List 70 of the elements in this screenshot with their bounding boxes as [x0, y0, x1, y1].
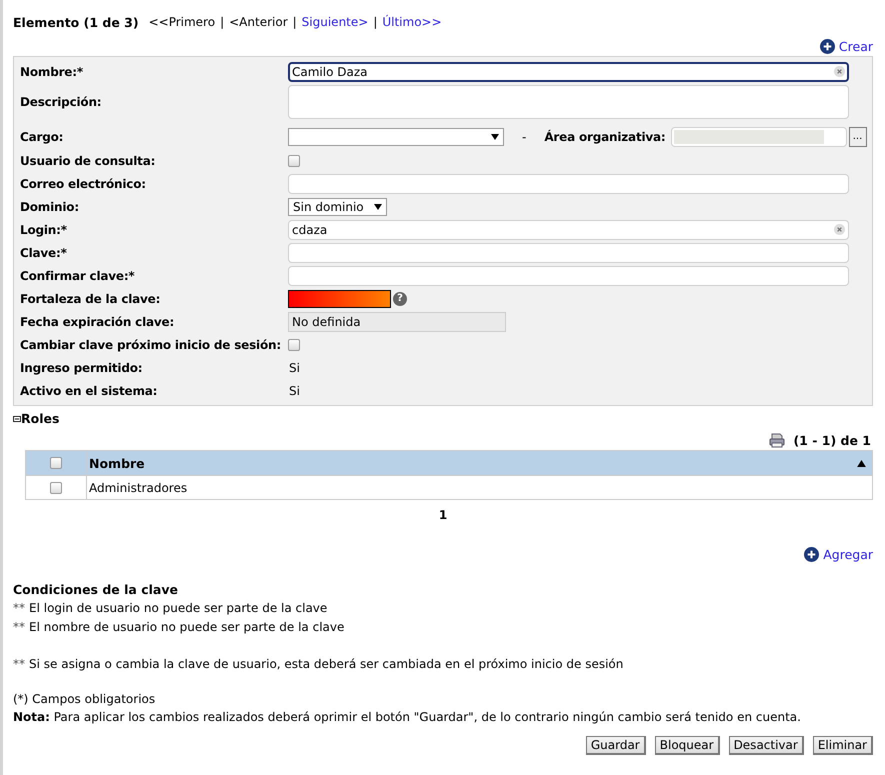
field-label: Usuario de consulta: — [20, 154, 156, 168]
field-label: Cargo: — [20, 130, 64, 144]
checkbox[interactable] — [288, 338, 300, 350]
collapse-icon[interactable] — [13, 416, 21, 422]
field-label: Área organizativa: — [544, 130, 666, 144]
condition-text: El nombre de usuario no puede ser parte de la clave — [29, 620, 344, 634]
field-label: Descripción: — [20, 94, 102, 108]
column-header[interactable]: Nombre — [89, 456, 145, 470]
record-count: (1 - 1) de 1 — [793, 432, 871, 448]
field-label: Nombre:* — [20, 64, 84, 78]
input-field[interactable] — [288, 266, 849, 286]
input-field[interactable]: Camilo Daza — [288, 62, 849, 82]
text-area[interactable] — [288, 84, 849, 118]
field-label: Fecha expiración clave: — [20, 314, 176, 328]
note-text: Nota: Para aplicar los cambios realizados deberá oprimir el botón "Guardar", de lo contrario ningún cambio será tenido en cuenta. — [13, 710, 802, 724]
caret-icon — [491, 134, 499, 140]
field-label: Confirmar clave:* — [20, 268, 136, 282]
caret-icon — [374, 204, 382, 210]
field-value: Si — [288, 360, 300, 374]
checkbox[interactable] — [50, 482, 62, 494]
action-button[interactable]: Desactivar — [728, 736, 804, 755]
record-title: Elemento (1 de 3) — [13, 14, 139, 30]
dropdown[interactable] — [288, 128, 504, 146]
readonly-field: No definida — [288, 312, 506, 332]
pager-link[interactable]: Último>> — [382, 15, 442, 29]
separator: | — [220, 15, 224, 29]
plus-icon — [820, 38, 835, 54]
field-label: Activo en el sistema: — [20, 384, 158, 398]
checkbox[interactable] — [288, 154, 300, 166]
condition-text: Si se asigna o cambia la clave de usuario, esta deberá ser cambiada en el próximo inicio de sesión — [29, 657, 624, 671]
add-link[interactable]: Agregar — [804, 546, 873, 562]
dropdown[interactable]: Sin dominio — [288, 198, 387, 216]
field-label: Ingreso permitido: — [20, 360, 144, 374]
input-field[interactable] — [288, 242, 849, 262]
field-label: Dominio: — [20, 200, 80, 214]
create-link[interactable]: Crear — [820, 38, 873, 54]
pager-link[interactable]: Siguiente> — [302, 15, 368, 29]
clear-icon[interactable] — [834, 224, 845, 235]
field-value: Si — [288, 384, 300, 398]
field-label: Clave:* — [20, 246, 68, 260]
bullet-marker: ** — [13, 601, 25, 615]
input-field[interactable] — [288, 174, 849, 194]
printer-icon[interactable] — [769, 432, 786, 448]
input-field[interactable]: cdaza — [288, 220, 849, 240]
field-label: Login:* — [20, 222, 68, 236]
sort-up-icon[interactable] — [857, 460, 866, 466]
section-title: Condiciones de la clave — [13, 582, 179, 597]
section-title: Roles — [21, 411, 60, 426]
checkbox[interactable] — [50, 457, 62, 469]
bullet-marker: ** — [13, 620, 25, 634]
table-cell: Administradores — [89, 480, 188, 494]
separator: | — [373, 15, 378, 29]
action-button[interactable]: Eliminar — [812, 736, 873, 755]
field-label: Fortaleza de la clave: — [20, 292, 162, 306]
action-button[interactable]: Guardar — [586, 736, 646, 755]
field-label: Cambiar clave próximo inicio de sesión: — [20, 338, 282, 352]
condition-text: El login de usuario no puede ser parte de la clave — [29, 601, 328, 615]
required-note: (*) Campos obligatorios — [13, 692, 156, 706]
page-number[interactable]: 1 — [438, 508, 448, 522]
pager-link[interactable]: <Anterior — [229, 15, 288, 29]
clear-icon[interactable] — [834, 66, 845, 77]
action-button[interactable]: Bloquear — [654, 736, 720, 755]
browse-button[interactable]: ... — [848, 126, 867, 146]
plus-icon — [804, 546, 820, 562]
bullet-marker: ** — [13, 657, 25, 671]
separator: | — [292, 15, 297, 29]
field-label: Correo electrónico: — [20, 176, 147, 190]
separator: - — [522, 130, 526, 144]
help-icon[interactable]: ? — [393, 292, 407, 306]
pager-link[interactable]: <<Primero — [148, 15, 216, 29]
